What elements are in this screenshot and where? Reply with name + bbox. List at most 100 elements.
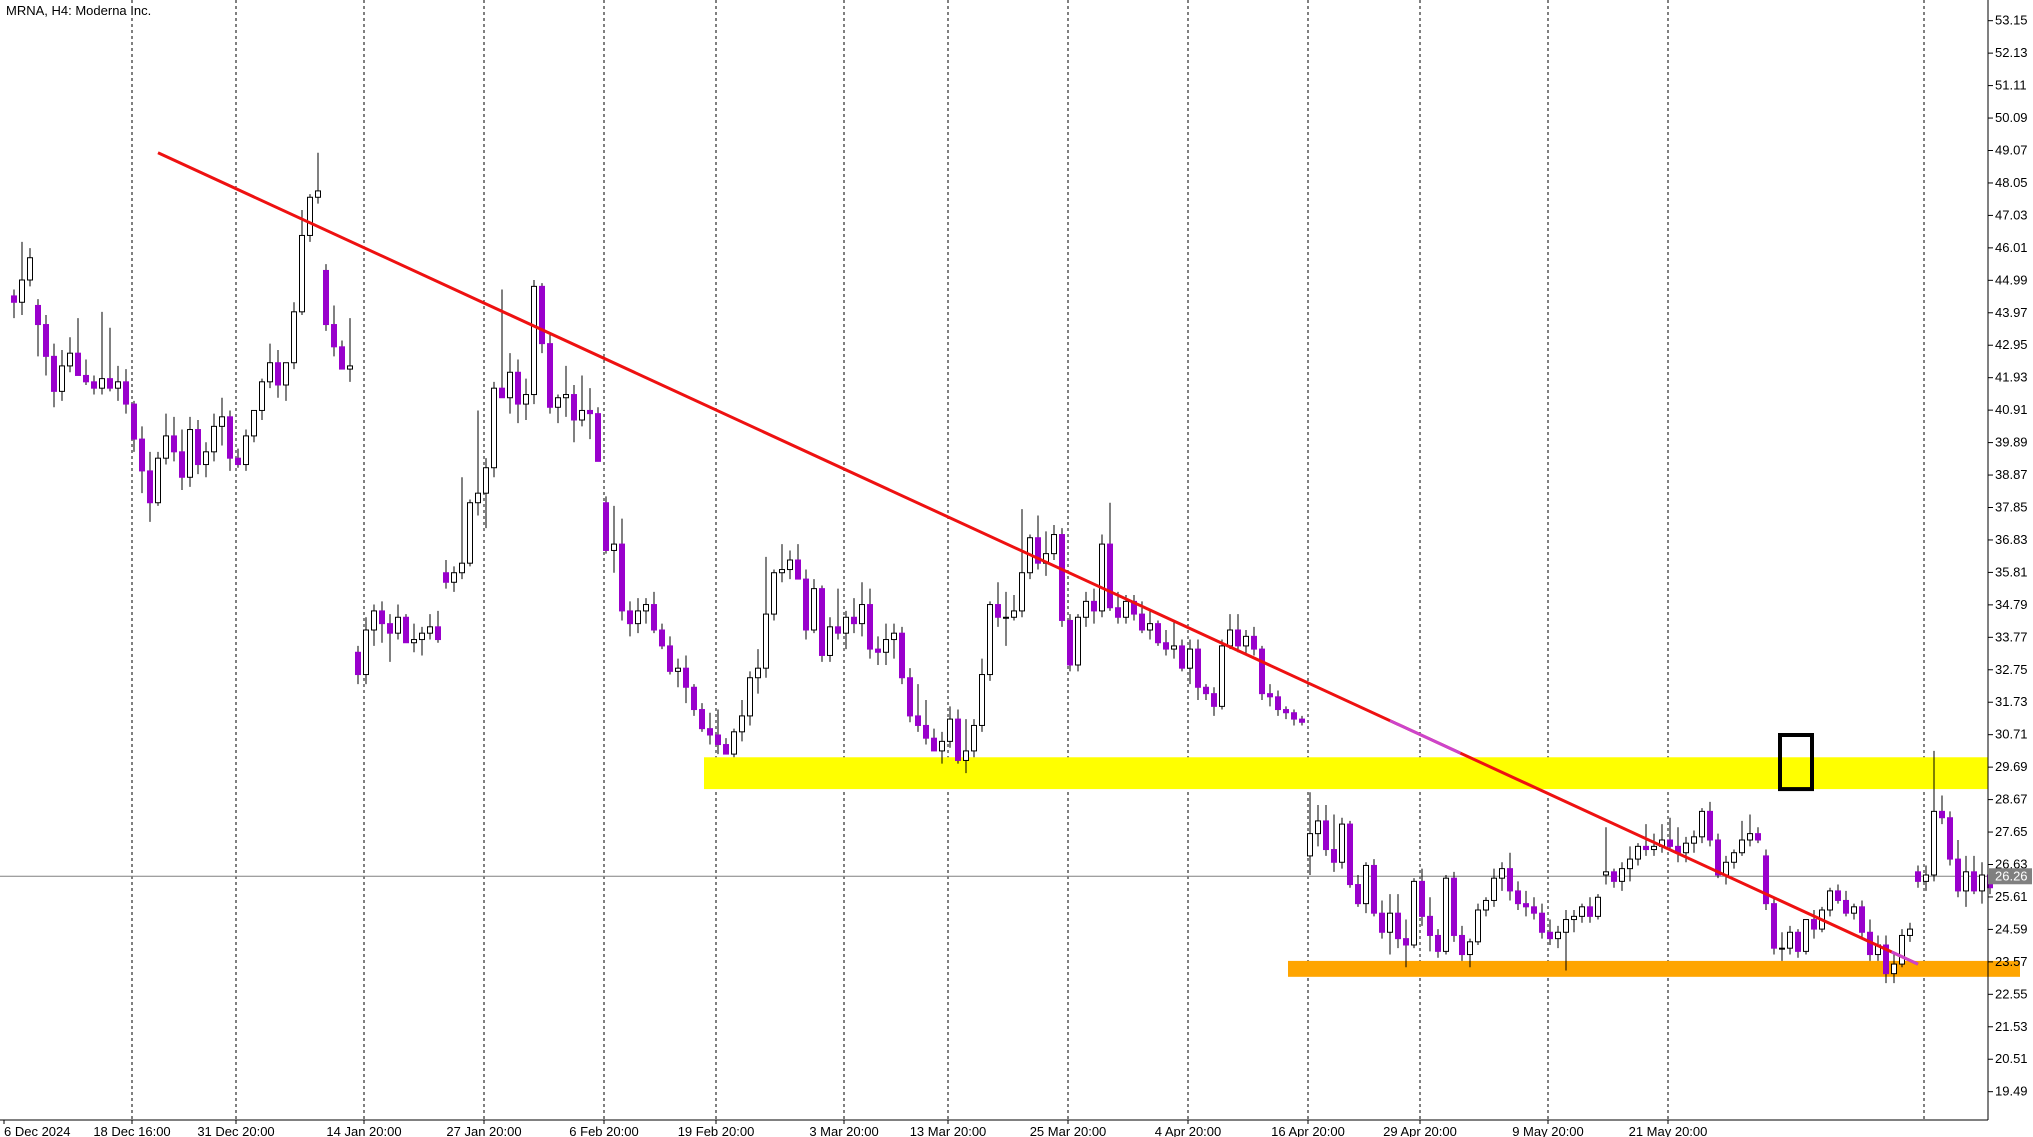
y-tick-label[interactable]: 36.83: [1995, 532, 2028, 547]
candle-body: [619, 543, 625, 612]
candle-body: [1315, 820, 1321, 835]
y-tick-label[interactable]: 51.11: [1995, 78, 2027, 93]
candle-body: [1603, 871, 1609, 876]
x-tick-label[interactable]: 31 Dec 20:00: [197, 1124, 274, 1137]
candle-body: [83, 374, 89, 383]
candle-body: [747, 677, 753, 717]
y-tick-label[interactable]: 35.81: [1995, 564, 2028, 579]
x-tick-label[interactable]: 3 Mar 20:00: [809, 1124, 878, 1137]
candle: [1947, 811, 1953, 866]
candle-body: [1155, 623, 1161, 644]
candle-body: [547, 343, 553, 408]
y-tick-label[interactable]: 30.71: [1995, 727, 2028, 742]
candle-body: [771, 572, 777, 615]
candle-body: [1395, 912, 1401, 940]
candle-body: [43, 324, 49, 357]
x-tick-label[interactable]: 13 Mar 20:00: [910, 1124, 987, 1137]
y-tick-label[interactable]: 47.03: [1995, 207, 2028, 222]
candle-body: [1171, 645, 1177, 650]
y-tick-label[interactable]: 23.57: [1995, 954, 2028, 969]
candle-body: [11, 295, 17, 303]
candle-body: [1507, 868, 1513, 892]
y-tick-label[interactable]: 28.67: [1995, 792, 2028, 807]
y-tick-label[interactable]: 42.95: [1995, 337, 2028, 352]
y-tick-label[interactable]: 33.77: [1995, 629, 2028, 644]
candle-body: [1195, 648, 1201, 688]
candle-body: [699, 709, 705, 730]
candle-body: [803, 578, 809, 631]
candle-body: [211, 425, 217, 453]
y-tick-label[interactable]: 52.13: [1995, 45, 2028, 60]
y-tick-label[interactable]: 39.89: [1995, 435, 2028, 450]
candle: [819, 585, 825, 662]
y-tick-label[interactable]: 41.93: [1995, 370, 2028, 385]
y-tick-label[interactable]: 34.79: [1995, 597, 2028, 612]
candle-body: [635, 610, 641, 625]
x-tick-label[interactable]: 25 Mar 20:00: [1030, 1124, 1107, 1137]
candle-body: [355, 651, 361, 676]
y-tick-label[interactable]: 49.07: [1995, 143, 2028, 158]
candle: [1067, 614, 1073, 672]
x-tick-label[interactable]: 14 Jan 20:00: [326, 1124, 401, 1137]
candle-body: [707, 728, 713, 736]
x-tick-label[interactable]: 19 Feb 20:00: [678, 1124, 755, 1137]
y-tick-label[interactable]: 44.99: [1995, 272, 2028, 287]
candle-body: [651, 604, 657, 631]
candle-body: [691, 686, 697, 711]
candle-body: [483, 467, 489, 494]
candle-body: [27, 257, 33, 281]
y-tick-label[interactable]: 19.49: [1995, 1084, 2028, 1099]
candle-body: [963, 750, 969, 761]
candle-body: [1011, 610, 1017, 618]
candle-body: [523, 394, 529, 405]
y-tick-label[interactable]: 20.51: [1995, 1051, 2028, 1066]
support-zone: [1288, 960, 2020, 977]
candle-body: [875, 648, 881, 653]
y-tick-label[interactable]: 24.59: [1995, 921, 2028, 936]
y-tick-label[interactable]: 32.75: [1995, 662, 2028, 677]
y-tick-label[interactable]: 31.73: [1995, 694, 2028, 709]
y-tick-label[interactable]: 29.69: [1995, 759, 2028, 774]
y-tick-label[interactable]: 53.15: [1995, 13, 2028, 28]
y-tick-label[interactable]: 25.61: [1995, 889, 2028, 904]
x-tick-label[interactable]: 6 Feb 20:00: [569, 1124, 638, 1137]
y-tick-label[interactable]: 38.87: [1995, 467, 2028, 482]
candle-body: [1467, 941, 1473, 956]
x-tick-label[interactable]: 21 May 20:00: [1629, 1124, 1708, 1137]
x-tick-label[interactable]: 6 Dec 2024: [4, 1124, 71, 1137]
x-tick-label[interactable]: 9 May 20:00: [1512, 1124, 1584, 1137]
candle-body: [939, 740, 945, 752]
candle-body: [1915, 871, 1921, 882]
y-tick-label[interactable]: 48.05: [1995, 175, 2028, 190]
candle-body: [587, 409, 593, 415]
x-tick-label[interactable]: 4 Apr 20:00: [1155, 1124, 1222, 1137]
y-tick-label[interactable]: 50.09: [1995, 110, 2028, 125]
y-tick-label[interactable]: 43.97: [1995, 305, 2028, 320]
candle-body: [843, 616, 849, 634]
candle: [323, 264, 329, 331]
y-tick-label[interactable]: 21.53: [1995, 1019, 2028, 1034]
candle-body: [1091, 600, 1097, 612]
x-tick-label[interactable]: 18 Dec 16:00: [93, 1124, 170, 1137]
candle-body: [1187, 648, 1193, 669]
candle: [1059, 528, 1065, 627]
y-tick-label[interactable]: 46.01: [1995, 240, 2028, 255]
x-tick-label[interactable]: 27 Jan 20:00: [446, 1124, 521, 1137]
x-tick-label[interactable]: 29 Apr 20:00: [1383, 1124, 1457, 1137]
candle-body: [1627, 858, 1633, 870]
candle-body: [1587, 906, 1593, 917]
candle-body: [1283, 709, 1289, 714]
y-tick-label[interactable]: 40.91: [1995, 402, 2028, 417]
candle-body: [995, 604, 1001, 618]
candle-body: [1691, 836, 1697, 844]
candle: [539, 283, 545, 354]
candle-body: [1387, 912, 1393, 933]
candle-body: [1451, 877, 1457, 936]
candle: [531, 280, 537, 405]
price-chart[interactable]: 53.15 52.13 51.11 50.09 49.07 48.05 47.03 46.01…: [0, 0, 2033, 1137]
y-tick-label[interactable]: 27.65: [1995, 824, 2028, 839]
y-tick-label[interactable]: 22.55: [1995, 986, 2028, 1001]
y-tick-label[interactable]: 37.85: [1995, 500, 2028, 515]
x-tick-label[interactable]: 16 Apr 20:00: [1271, 1124, 1345, 1137]
candle-body: [1843, 899, 1849, 914]
